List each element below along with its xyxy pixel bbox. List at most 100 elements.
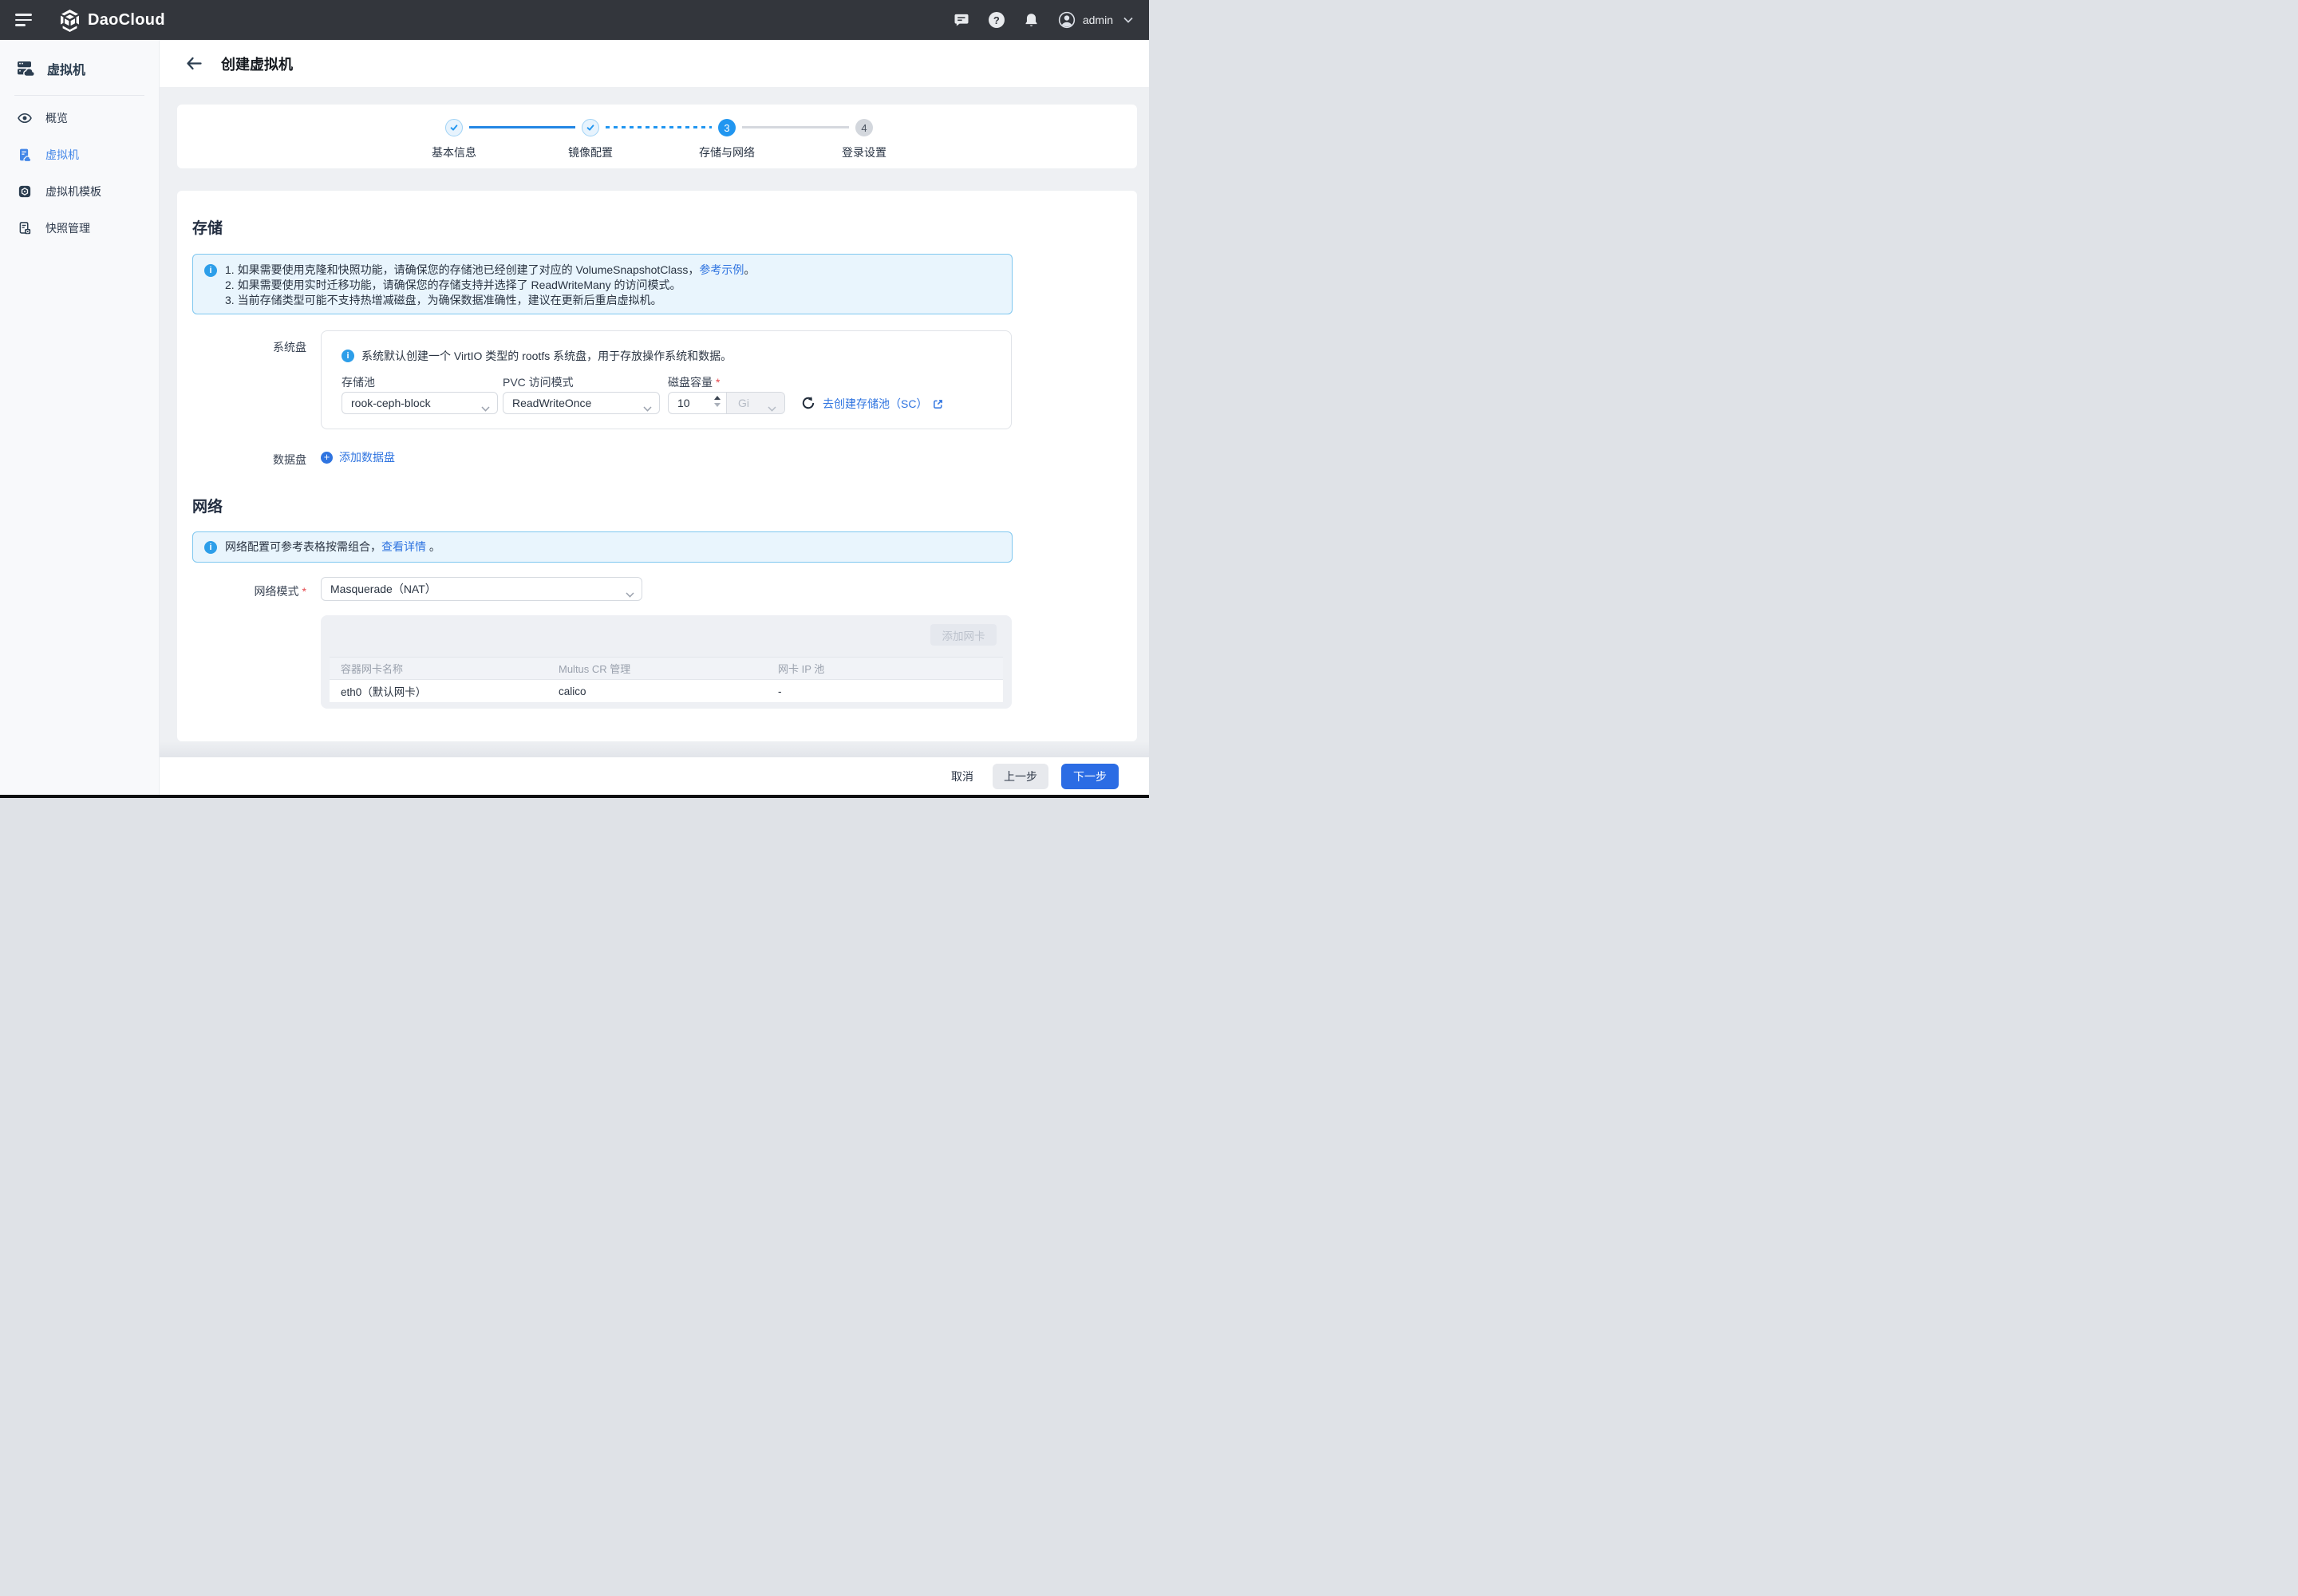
step-label: 基本信息 — [432, 144, 476, 160]
pvc-access-mode-label: PVC 访问模式 — [503, 374, 574, 390]
create-storage-pool-link[interactable]: 去创建存储池（SC） — [823, 396, 943, 412]
chevron-down-icon — [626, 587, 634, 600]
sidebar-item-label: 概览 — [45, 110, 68, 126]
label-text: 磁盘容量 — [668, 376, 713, 389]
pvc-access-mode-select[interactable]: ReadWriteOnce — [503, 392, 660, 414]
notice-line-1: 1. 如果需要使用克隆和快照功能，请确保您的存储池已经创建了对应的 Volume… — [225, 263, 755, 278]
storage-pool-value: rook-ceph-block — [351, 397, 431, 409]
chevron-down-icon — [1123, 17, 1133, 23]
chevron-down-icon — [768, 401, 776, 414]
capacity-spinner — [714, 396, 721, 407]
info-icon — [204, 264, 217, 277]
user-menu[interactable]: admin — [1058, 11, 1133, 29]
message-icon[interactable] — [954, 12, 969, 28]
notice-text: 。 — [744, 263, 755, 276]
sidebar: 虚拟机 概览 — [0, 40, 160, 798]
notice-text: 1. 如果需要使用克隆和快照功能，请确保您的存储池已经创建了对应的 Volume… — [225, 263, 699, 276]
sidebar-item-snapshot[interactable]: 快照管理 — [0, 210, 159, 247]
nic-name-cell: eth0（默认网卡） — [330, 683, 547, 699]
back-button[interactable] — [186, 57, 203, 70]
notice-line-3: 3. 当前存储类型可能不支持热增减磁盘，为确保数据准确性，建议在更新后重启虚拟机… — [225, 293, 755, 308]
brand-logo: DaoCloud — [59, 9, 165, 32]
network-notice: 网络配置可参考表格按需组合，查看详情 。 — [192, 531, 1013, 563]
nic-table: 容器网卡名称 Multus CR 管理 网卡 IP 池 eth0（默认网卡） c… — [330, 657, 1003, 703]
plus-icon — [321, 452, 333, 464]
refresh-icon[interactable] — [801, 396, 815, 410]
next-step-button[interactable]: 下一步 — [1061, 764, 1119, 789]
sidebar-item-vm[interactable]: 虚拟机 — [0, 136, 159, 173]
notice-text: 网络配置可参考表格按需组合， — [225, 540, 381, 553]
page-title: 创建虚拟机 — [221, 53, 293, 74]
external-link-icon — [933, 399, 943, 409]
storage-pool-label: 存储池 — [342, 374, 375, 390]
info-icon — [342, 350, 354, 362]
top-navbar: DaoCloud — [0, 0, 1149, 40]
footer-shadow — [160, 741, 1149, 757]
network-section-title: 网络 — [192, 495, 223, 516]
network-mode-value: Masquerade（NAT） — [330, 581, 436, 597]
system-disk-notice: 系统默认创建一个 VirtIO 类型的 rootfs 系统盘，用于存放操作系统和… — [342, 348, 732, 364]
add-data-disk-link[interactable]: 添加数据盘 — [321, 449, 395, 465]
network-mode-select[interactable]: Masquerade（NAT） — [321, 577, 642, 601]
step-label: 登录设置 — [842, 144, 886, 160]
username-label: admin — [1083, 14, 1113, 26]
notice-text: 。 — [426, 540, 440, 553]
cancel-button[interactable]: 取消 — [942, 764, 983, 789]
avatar-icon — [1058, 11, 1076, 29]
screen: DaoCloud — [0, 0, 1149, 798]
capacity-unit-select[interactable]: Gi — [726, 393, 784, 413]
sidebar-module-title: 虚拟机 — [47, 59, 85, 78]
storage-section-title: 存储 — [192, 216, 223, 238]
step-basic-info[interactable]: 基本信息 — [406, 119, 502, 160]
reference-example-link[interactable]: 参考示例 — [699, 263, 744, 276]
sidebar-module-header[interactable]: 虚拟机 — [0, 53, 159, 85]
disk-capacity-input[interactable] — [677, 397, 709, 409]
vm-doc-icon — [18, 148, 32, 162]
disk-capacity-group: Gi — [668, 392, 785, 414]
chevron-down-icon — [481, 401, 490, 414]
sidebar-item-vm-template[interactable]: 虚拟机模板 — [0, 173, 159, 210]
nic-table-header: 容器网卡名称 Multus CR 管理 网卡 IP 池 — [330, 657, 1003, 680]
step-check-icon — [582, 119, 599, 136]
capacity-increase-button[interactable] — [714, 396, 721, 400]
sidebar-item-overview[interactable]: 概览 — [0, 100, 159, 136]
system-disk-card: 系统默认创建一个 VirtIO 类型的 rootfs 系统盘，用于存放操作系统和… — [321, 330, 1012, 429]
daocloud-cube-icon — [59, 9, 81, 32]
step-image-config[interactable]: 镜像配置 — [543, 119, 638, 160]
chevron-down-icon — [643, 401, 652, 414]
nic-col-name: 容器网卡名称 — [330, 661, 547, 676]
capacity-decrease-button[interactable] — [714, 403, 721, 407]
menu-icon[interactable] — [15, 14, 32, 26]
brand-name: DaoCloud — [88, 11, 165, 30]
step-number: 3 — [718, 119, 736, 136]
nic-card: 添加网卡 容器网卡名称 Multus CR 管理 网卡 IP 池 eth0（默认… — [321, 615, 1012, 709]
stepper-card: 基本信息 镜像配置 3 存储与网络 4 登录设置 — [177, 105, 1137, 168]
page-header: 创建虚拟机 — [160, 40, 1149, 87]
step-label: 存储与网络 — [699, 144, 755, 160]
network-mode-label: 网络模式* — [209, 583, 306, 599]
step-login-settings[interactable]: 4 登录设置 — [816, 119, 912, 160]
notification-icon[interactable] — [1024, 12, 1039, 29]
disk-capacity-label: 磁盘容量* — [668, 374, 720, 390]
nic-table-row: eth0（默认网卡） calico - — [330, 680, 1003, 703]
create-storage-pool-text: 去创建存储池（SC） — [823, 396, 927, 412]
add-nic-button[interactable]: 添加网卡 — [930, 624, 997, 646]
bottom-edge — [0, 795, 1149, 798]
data-disk-label: 数据盘 — [209, 452, 306, 468]
notice-line-2: 2. 如果需要使用实时迁移功能，请确保您的存储支持并选择了 ReadWriteM… — [225, 278, 755, 293]
sidebar-nav: 概览 虚拟机 — [0, 100, 159, 247]
help-icon[interactable] — [989, 12, 1005, 28]
nic-ippool-cell: - — [767, 685, 1003, 697]
disk-capacity-field — [669, 393, 726, 413]
step-check-icon — [445, 119, 463, 136]
view-details-link[interactable]: 查看详情 — [381, 540, 426, 553]
step-label: 镜像配置 — [568, 144, 613, 160]
nic-col-ippool: 网卡 IP 池 — [767, 661, 1003, 676]
step-number: 4 — [855, 119, 873, 136]
step-storage-network[interactable]: 3 存储与网络 — [679, 119, 775, 160]
eye-icon — [18, 111, 32, 125]
add-data-disk-text: 添加数据盘 — [339, 449, 395, 465]
storage-pool-select[interactable]: rook-ceph-block — [342, 392, 498, 414]
previous-step-button[interactable]: 上一步 — [993, 764, 1048, 789]
sidebar-item-label: 快照管理 — [45, 220, 90, 236]
